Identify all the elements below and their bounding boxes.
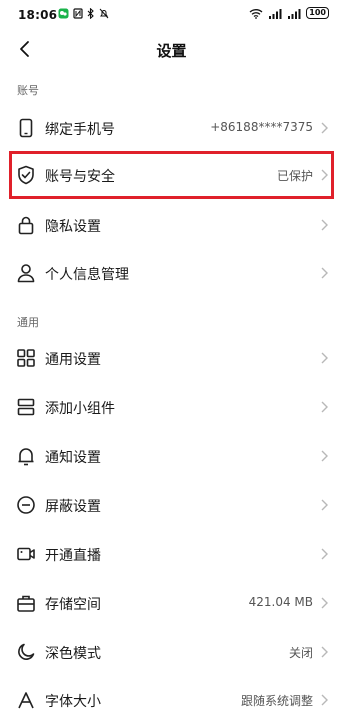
row-live[interactable]: 开通直播 [0,530,343,578]
status-left-icons [58,8,109,19]
row-value: 已保护 [276,169,313,183]
status-right-icons: 100 [249,7,329,19]
row-label: 通用设置 [45,352,101,368]
row-value: 关闭 [288,646,313,660]
row-account-security[interactable]: 账号与安全 已保护 [0,151,343,199]
lock-icon [18,216,34,235]
chevron-right-icon [321,267,328,279]
row-notifications[interactable]: 通知设置 [0,432,343,480]
row-label: 字体大小 [45,694,101,710]
bell-icon [18,448,34,466]
block-icon [17,496,35,514]
row-block-settings[interactable]: 屏蔽设置 [0,481,343,529]
chevron-right-icon [321,450,328,462]
grid-icon [17,349,35,367]
status-time: 18:06 [18,8,58,22]
mute-icon [99,8,109,19]
row-general-settings[interactable]: 通用设置 [0,334,343,382]
row-label: 隐私设置 [45,219,101,235]
row-value: 421.04 MB [248,595,313,609]
row-personal-info[interactable]: 个人信息管理 [0,249,343,297]
row-label: 个人信息管理 [45,267,129,283]
row-label: 绑定手机号 [45,122,115,138]
chevron-right-icon [321,352,328,364]
video-camera-icon [17,547,35,561]
row-label: 通知设置 [45,450,101,466]
toolbox-icon [17,595,35,612]
chevron-right-icon [321,219,328,231]
row-label: 深色模式 [45,646,101,662]
row-font-size[interactable]: 字体大小 跟随系统调整 [0,676,343,724]
shield-check-icon [18,165,34,185]
person-icon [17,264,35,283]
row-add-widget[interactable]: 添加小组件 [0,383,343,431]
row-value: 跟随系统调整 [240,694,313,708]
wifi-icon [249,8,263,19]
section-header-account: 账号 [17,84,39,97]
signal-icon-2 [288,8,301,19]
row-storage[interactable]: 存储空间 421.04 MB [0,579,343,627]
wechat-icon [58,8,69,19]
status-bar: 18:06 100 [0,0,343,30]
chevron-right-icon [321,122,328,134]
section-header-general: 通用 [17,316,39,329]
bluetooth-icon [87,8,94,19]
signal-icon-1 [269,8,282,19]
widget-icon [17,398,35,416]
phone-icon [19,118,33,138]
chevron-right-icon [321,597,328,609]
chevron-right-icon [321,169,328,181]
chevron-right-icon [321,694,328,706]
row-privacy[interactable]: 隐私设置 [0,201,343,249]
row-label: 屏蔽设置 [45,499,101,515]
row-bind-phone[interactable]: 绑定手机号 +86188****7375 [0,104,343,152]
moon-icon [18,643,35,660]
row-label: 开通直播 [45,548,101,564]
chevron-right-icon [321,548,328,560]
page-title: 设置 [156,42,187,60]
chevron-right-icon [321,401,328,413]
nav-bar: 设置 [0,30,343,70]
row-label: 账号与安全 [45,169,115,185]
chevron-right-icon [321,499,328,511]
nfc-icon [73,8,83,19]
chevron-right-icon [321,646,328,658]
row-label: 添加小组件 [45,401,115,417]
row-dark-mode[interactable]: 深色模式 关闭 [0,628,343,676]
row-label: 存储空间 [45,597,101,613]
font-size-icon [18,692,34,709]
row-value: +86188****7375 [210,120,313,134]
battery-indicator: 100 [306,7,329,19]
